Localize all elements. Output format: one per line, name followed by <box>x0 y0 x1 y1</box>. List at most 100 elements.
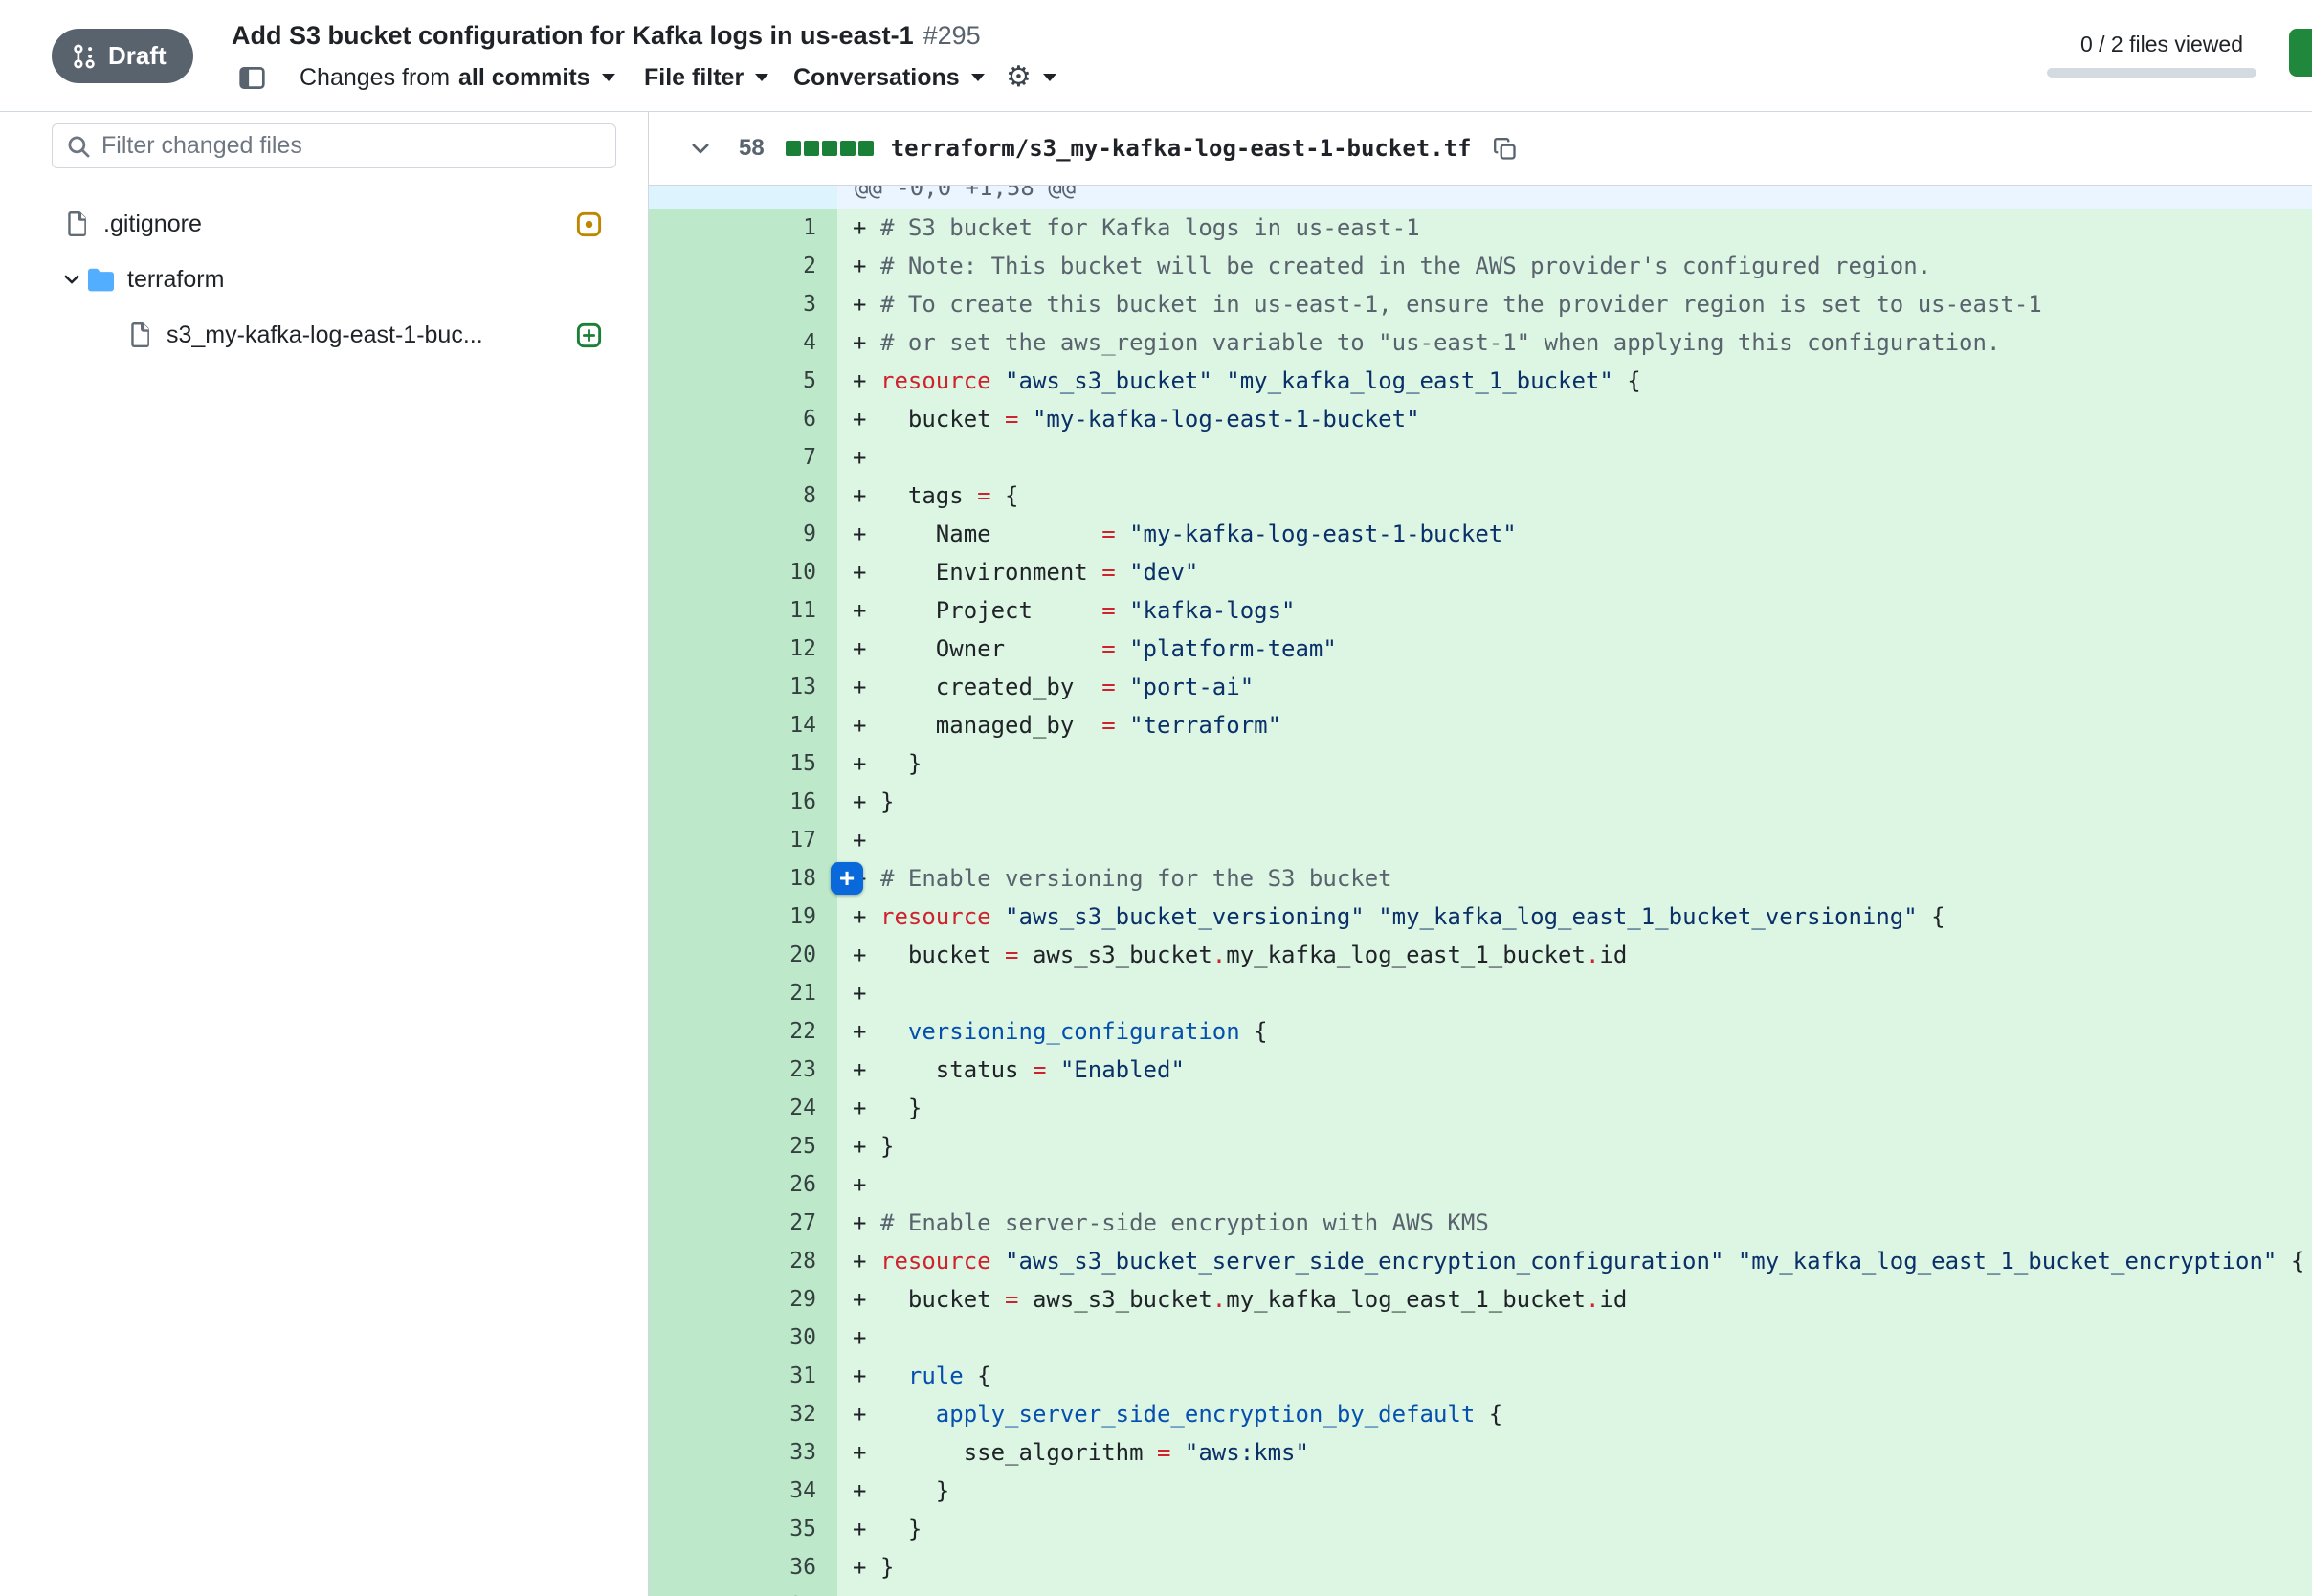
line-number[interactable]: 16 <box>649 783 837 821</box>
line-number[interactable]: 26 <box>649 1165 837 1204</box>
line-number[interactable]: 12 <box>649 630 837 668</box>
line-number[interactable]: 8 <box>649 477 837 515</box>
line-number[interactable]: 6 <box>649 400 837 438</box>
addition-sign: + <box>837 974 880 1012</box>
diff-row: 28+resource "aws_s3_bucket_server_side_e… <box>649 1242 2312 1280</box>
code-line: +# To create this bucket in us-east-1, e… <box>837 285 2312 323</box>
line-number[interactable]: 33 <box>649 1433 837 1472</box>
diff-row: 27+# Enable server-side encryption with … <box>649 1204 2312 1242</box>
line-number[interactable]: 11 <box>649 591 837 630</box>
caret-down-icon <box>755 74 768 81</box>
line-number[interactable]: 5 <box>649 362 837 400</box>
line-number[interactable]: 22 <box>649 1012 837 1051</box>
file-filter-dropdown[interactable]: File filter <box>644 60 768 95</box>
diff-row: 10+ Environment = "dev" <box>649 553 2312 591</box>
review-changes-button[interactable]: Review changes <box>2289 29 2312 77</box>
code-line: + created_by = "port-ai" <box>837 668 2312 706</box>
line-number[interactable]: 15 <box>649 744 837 783</box>
line-number[interactable]: 2 <box>649 247 837 285</box>
line-number[interactable]: 23 <box>649 1051 837 1089</box>
file-tree-toggle-button[interactable] <box>239 60 265 95</box>
code-line: +resource "aws_s3_bucket" "my_kafka_log_… <box>837 362 2312 400</box>
addition-sign: + <box>837 706 880 744</box>
line-number[interactable]: 34 <box>649 1472 837 1510</box>
code-line: + <box>837 1586 2312 1596</box>
diff-row: 23+ status = "Enabled" <box>649 1051 2312 1089</box>
code-line: + rule { <box>837 1357 2312 1395</box>
line-number[interactable]: 19 <box>649 898 837 936</box>
line-number[interactable]: 32 <box>649 1395 837 1433</box>
tree-item-gitignore[interactable]: .gitignore <box>15 196 633 252</box>
line-number[interactable]: 18 <box>649 859 837 898</box>
code-line: +} <box>837 783 2312 821</box>
line-number[interactable]: 20 <box>649 936 837 974</box>
addition-sign: + <box>837 1433 880 1472</box>
addition-sign: + <box>837 898 880 936</box>
pr-number: #295 <box>923 21 981 50</box>
file-path-link[interactable]: terraform/s3_my-kafka-log-east-1-bucket.… <box>891 135 1472 162</box>
line-number[interactable]: 30 <box>649 1319 837 1357</box>
tree-item-label: .gitignore <box>103 211 202 238</box>
git-pull-request-draft-icon <box>71 43 98 70</box>
line-number[interactable]: 37 <box>649 1586 837 1596</box>
code-line: + <box>837 1165 2312 1204</box>
expand-hunk-button[interactable] <box>649 186 837 209</box>
code-line: + managed_by = "terraform" <box>837 706 2312 744</box>
line-number[interactable]: 10 <box>649 553 837 591</box>
line-number[interactable]: 14 <box>649 706 837 744</box>
diff-row: 19+resource "aws_s3_bucket_versioning" "… <box>649 898 2312 936</box>
diff-row: 15+ } <box>649 744 2312 783</box>
line-number[interactable]: 24 <box>649 1089 837 1127</box>
diff-row: 5+resource "aws_s3_bucket" "my_kafka_log… <box>649 362 2312 400</box>
diffstat-addition-block <box>786 141 801 156</box>
diff-row: 9+ Name = "my-kafka-log-east-1-bucket" <box>649 515 2312 553</box>
diff-row: 22+ versioning_configuration { <box>649 1012 2312 1051</box>
addition-sign: + <box>837 477 880 515</box>
line-number[interactable]: 17 <box>649 821 837 859</box>
diff-row: 31+ rule { <box>649 1357 2312 1395</box>
diff-settings-button[interactable]: ⚙ <box>1006 60 1056 95</box>
line-number[interactable]: 21 <box>649 974 837 1012</box>
line-number[interactable]: 1 <box>649 209 837 247</box>
line-number[interactable]: 3 <box>649 285 837 323</box>
line-number[interactable]: 29 <box>649 1280 837 1319</box>
addition-sign: + <box>837 247 880 285</box>
tree-item-label: s3_my-kafka-log-east-1-buc... <box>167 321 483 349</box>
copy-path-button[interactable] <box>1493 137 1517 161</box>
line-number[interactable]: 9 <box>649 515 837 553</box>
code-line: +resource "aws_s3_bucket_server_side_enc… <box>837 1242 2312 1280</box>
line-number[interactable]: 35 <box>649 1510 837 1548</box>
line-number[interactable]: 36 <box>649 1548 837 1586</box>
changes-from-dropdown[interactable]: Changes from all commits <box>300 60 615 95</box>
diff-row: 33+ sse_algorithm = "aws:kms" <box>649 1433 2312 1472</box>
filter-changed-files-input[interactable] <box>101 132 615 160</box>
files-viewed-progress <box>2047 68 2256 78</box>
copy-icon <box>1493 137 1517 161</box>
addition-sign: + <box>837 400 880 438</box>
diff-row: 12+ Owner = "platform-team" <box>649 630 2312 668</box>
line-number[interactable]: 31 <box>649 1357 837 1395</box>
conversations-dropdown[interactable]: Conversations <box>793 60 985 95</box>
caret-down-icon <box>1043 74 1056 81</box>
file-added-icon <box>576 322 602 348</box>
line-number[interactable]: 13 <box>649 668 837 706</box>
line-number[interactable]: 4 <box>649 323 837 362</box>
line-number[interactable]: 7 <box>649 438 837 477</box>
addition-sign: + <box>837 783 880 821</box>
line-number[interactable]: 28 <box>649 1242 837 1280</box>
addition-sign: + <box>837 630 880 668</box>
code-line: + } <box>837 1472 2312 1510</box>
line-number[interactable]: 25 <box>649 1127 837 1165</box>
add-comment-button[interactable]: + <box>831 862 863 895</box>
code-line: + tags = { <box>837 477 2312 515</box>
tree-item-terraform[interactable]: terraform <box>15 252 633 307</box>
line-number[interactable]: 27 <box>649 1204 837 1242</box>
pr-header: Draft Add S3 bucket configuration for Ka… <box>0 0 2312 112</box>
files-viewed-label: 0 / 2 files viewed <box>2080 32 2243 57</box>
addition-sign: + <box>837 821 880 859</box>
diff-row: 4+# or set the aws_region variable to "u… <box>649 323 2312 362</box>
collapse-file-button[interactable] <box>689 137 712 160</box>
diff-row: 14+ managed_by = "terraform" <box>649 706 2312 744</box>
diff-row: 32+ apply_server_side_encryption_by_defa… <box>649 1395 2312 1433</box>
tree-item-s3-my-kafka-log-east-1-buc[interactable]: s3_my-kafka-log-east-1-buc... <box>15 307 633 363</box>
